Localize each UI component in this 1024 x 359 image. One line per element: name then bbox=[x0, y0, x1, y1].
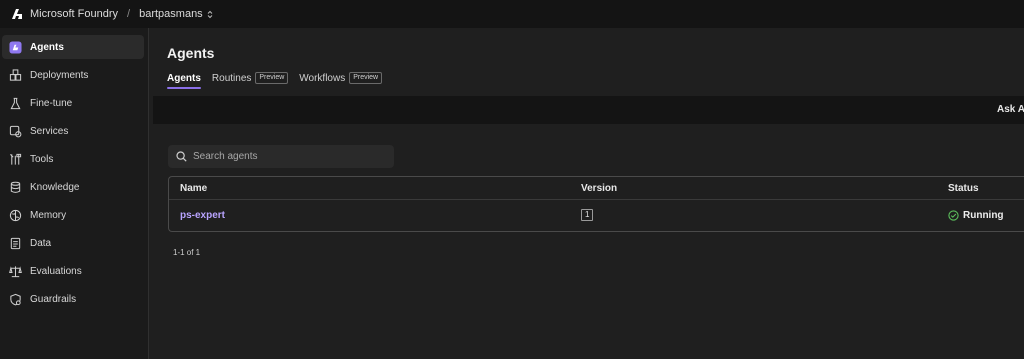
top-bar: Microsoft Foundry / bartpasmans bbox=[0, 0, 1024, 28]
sidebar-item-label: Knowledge bbox=[30, 181, 80, 193]
sidebar-item-agents[interactable]: Agents bbox=[2, 35, 144, 59]
tab-label: Workflows bbox=[299, 72, 346, 84]
sidebar-item-label: Data bbox=[30, 237, 52, 249]
tab-bar: Agents Routines Preview Workflows Previe… bbox=[167, 68, 393, 89]
document-icon bbox=[8, 236, 22, 250]
sidebar-item-deployments[interactable]: Deployments bbox=[2, 63, 144, 87]
preview-badge: Preview bbox=[349, 72, 383, 84]
page-title: Agents bbox=[167, 45, 215, 61]
tab-label: Routines bbox=[211, 72, 252, 84]
foundry-logo-icon[interactable] bbox=[10, 7, 24, 21]
sidebar-item-label: Agents bbox=[30, 41, 64, 53]
chevron-up-down-icon bbox=[207, 10, 213, 19]
version-cell: 1 bbox=[581, 209, 594, 221]
sidebar-item-label: Tools bbox=[30, 153, 54, 165]
sidebar-item-label: Deployments bbox=[30, 69, 89, 81]
search-icon bbox=[176, 151, 187, 162]
shield-icon bbox=[8, 292, 22, 306]
tab-label: Agents bbox=[167, 72, 201, 84]
preview-badge: Preview bbox=[255, 72, 289, 84]
tab-workflows[interactable]: Workflows Preview bbox=[299, 69, 383, 87]
sidebar-item-label: Memory bbox=[30, 209, 67, 221]
main-content: Agents Agents Routines Preview Workflows… bbox=[153, 28, 1024, 359]
sidebar-item-data[interactable]: Data bbox=[2, 231, 144, 255]
sidebar-item-tools[interactable]: Tools bbox=[2, 147, 144, 171]
search-input[interactable]: Search agents bbox=[168, 145, 394, 168]
sidebar-item-label: Evaluations bbox=[30, 265, 82, 277]
column-header-name[interactable]: Name bbox=[180, 183, 207, 194]
tools-icon bbox=[8, 152, 22, 166]
column-header-version[interactable]: Version bbox=[581, 183, 617, 194]
sidebar-item-label: Guardrails bbox=[30, 293, 77, 305]
table-header: Name Version Status bbox=[169, 177, 1024, 200]
sidebar-item-label: Services bbox=[30, 125, 69, 137]
project-selector[interactable]: bartpasmans bbox=[139, 8, 213, 20]
brain-icon bbox=[8, 208, 22, 222]
agents-icon bbox=[8, 40, 22, 54]
breadcrumb-separator: / bbox=[127, 8, 131, 20]
ask-ai-bar: Ask AI bbox=[153, 96, 1024, 124]
ask-ai-button[interactable]: Ask AI bbox=[997, 104, 1024, 115]
pagination-info: 1-1 of 1 bbox=[173, 248, 201, 257]
sidebar-item-label: Fine-tune bbox=[30, 97, 73, 109]
sidebar-item-evaluations[interactable]: Evaluations bbox=[2, 259, 144, 283]
flask-icon bbox=[8, 96, 22, 110]
cubes-icon bbox=[8, 68, 22, 82]
sidebar-item-memory[interactable]: Memory bbox=[2, 203, 144, 227]
agents-table: Name Version Status ps-expert 1 Running bbox=[168, 176, 1024, 232]
brand-name[interactable]: Microsoft Foundry bbox=[30, 8, 118, 20]
version-badge: 1 bbox=[581, 209, 594, 221]
table-row[interactable]: ps-expert 1 Running bbox=[169, 201, 1024, 231]
sidebar-item-fine-tune[interactable]: Fine-tune bbox=[2, 91, 144, 115]
scale-icon bbox=[8, 264, 22, 278]
sidebar-item-services[interactable]: Services bbox=[2, 119, 144, 143]
tab-agents[interactable]: Agents bbox=[167, 69, 201, 89]
project-name: bartpasmans bbox=[139, 8, 203, 20]
sidebar: Agents Deployments Fine-tune Services To… bbox=[0, 28, 149, 359]
status-text: Running bbox=[963, 210, 1004, 221]
tab-routines[interactable]: Routines Preview bbox=[211, 69, 289, 87]
search-placeholder: Search agents bbox=[193, 151, 258, 162]
sidebar-item-knowledge[interactable]: Knowledge bbox=[2, 175, 144, 199]
column-header-status[interactable]: Status bbox=[948, 183, 979, 194]
agent-name-link[interactable]: ps-expert bbox=[180, 210, 225, 221]
check-circle-icon bbox=[948, 210, 959, 221]
database-icon bbox=[8, 180, 22, 194]
status-cell: Running bbox=[948, 210, 1004, 221]
services-icon bbox=[8, 124, 22, 138]
sidebar-item-guardrails[interactable]: Guardrails bbox=[2, 287, 144, 311]
